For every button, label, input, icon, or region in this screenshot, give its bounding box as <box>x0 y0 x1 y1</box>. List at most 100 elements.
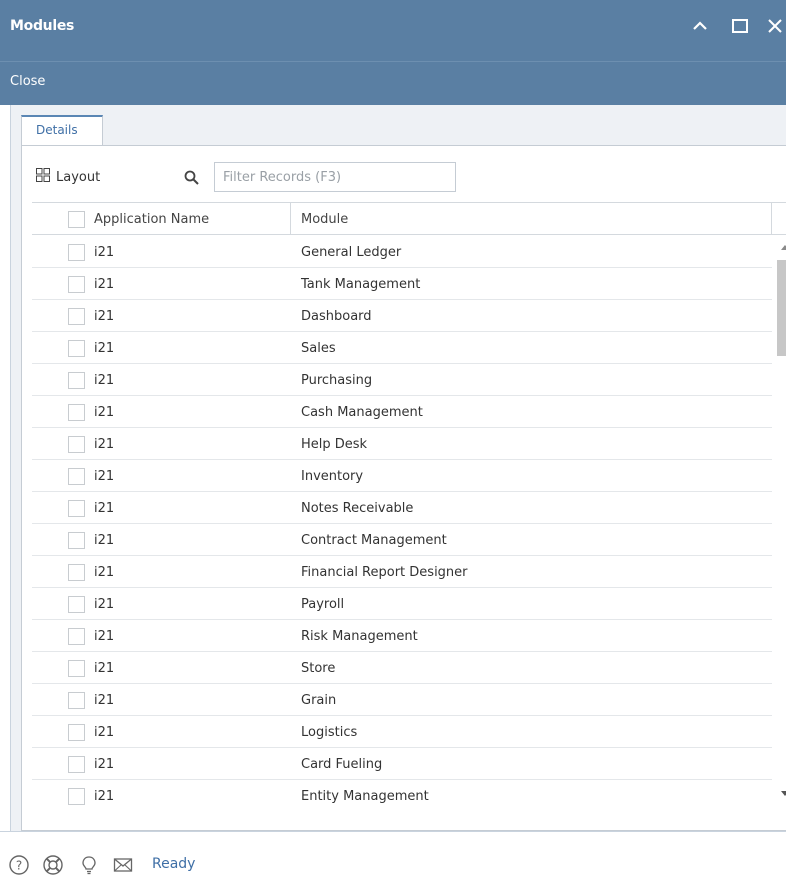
table-row[interactable]: i21 Grain <box>32 684 772 716</box>
status-text: Ready <box>152 856 196 872</box>
cell-application-name: i21 <box>94 244 115 260</box>
row-select-cell <box>58 780 94 805</box>
table-row[interactable]: i21 Payroll <box>32 588 772 620</box>
header-select-all <box>58 203 94 235</box>
row-checkbox[interactable] <box>67 403 85 421</box>
maximize-icon[interactable] <box>728 14 752 38</box>
filter-records-input[interactable] <box>214 162 456 192</box>
row-select-cell <box>58 556 94 588</box>
scrollbar-thumb[interactable] <box>777 260 786 356</box>
row-checkbox[interactable] <box>67 339 85 357</box>
row-checkbox[interactable] <box>67 659 85 677</box>
row-checkbox[interactable] <box>67 307 85 325</box>
vertical-scrollbar[interactable] <box>774 236 786 805</box>
column-header-application-name[interactable]: Application Name <box>94 203 291 235</box>
body-area: Details Layout Filter Records (F3) Appli… <box>10 105 786 831</box>
cell-module: Cash Management <box>301 404 423 420</box>
svg-text:?: ? <box>16 859 22 873</box>
cell-application-name: i21 <box>94 628 115 644</box>
row-checkbox[interactable] <box>67 755 85 773</box>
table-row[interactable]: i21 Logistics <box>32 716 772 748</box>
select-all-checkbox[interactable] <box>67 210 85 228</box>
cell-module: Logistics <box>301 724 358 740</box>
cell-module: Contract Management <box>301 532 447 548</box>
table-row[interactable]: i21 Dashboard <box>32 300 772 332</box>
row-select-cell <box>58 588 94 620</box>
chevron-up-icon[interactable] <box>688 14 712 38</box>
row-select-cell <box>58 684 94 716</box>
cell-application-name: i21 <box>94 500 115 516</box>
modules-grid: Application Name Module i21 General Ledge… <box>32 202 786 837</box>
row-checkbox[interactable] <box>67 275 85 293</box>
scroll-down-arrow-icon[interactable] <box>774 787 786 801</box>
grid-toolbar: Layout <box>36 162 786 196</box>
row-checkbox[interactable] <box>67 371 85 389</box>
table-row[interactable]: i21 Entity Management <box>32 780 772 805</box>
close-button[interactable]: Close <box>10 74 45 89</box>
table-row[interactable]: i21 Cash Management <box>32 396 772 428</box>
row-select-cell <box>58 332 94 364</box>
row-checkbox[interactable] <box>67 243 85 261</box>
cell-application-name: i21 <box>94 724 115 740</box>
search-icon[interactable] <box>184 170 200 189</box>
cell-module: Inventory <box>301 468 364 484</box>
cell-application-name: i21 <box>94 308 115 324</box>
cell-module: Grain <box>301 692 337 708</box>
cell-application-name: i21 <box>94 564 115 580</box>
table-row[interactable]: i21 Contract Management <box>32 524 772 556</box>
row-select-cell <box>58 620 94 652</box>
cell-module: General Ledger <box>301 244 402 260</box>
cell-module: Help Desk <box>301 436 368 452</box>
table-row[interactable]: i21 Inventory <box>32 460 772 492</box>
mail-icon[interactable] <box>112 854 134 876</box>
row-checkbox[interactable] <box>67 595 85 613</box>
cell-application-name: i21 <box>94 788 115 804</box>
row-checkbox[interactable] <box>67 531 85 549</box>
window-title: Modules <box>10 18 75 34</box>
title-bar: Modules <box>0 0 786 61</box>
cell-module: Notes Receivable <box>301 500 414 516</box>
table-row[interactable]: i21 Card Fueling <box>32 748 772 780</box>
table-row[interactable]: i21 Financial Report Designer <box>32 556 772 588</box>
table-row[interactable]: i21 Purchasing <box>32 364 772 396</box>
table-row[interactable]: i21 Risk Management <box>32 620 772 652</box>
details-panel: Layout Application Name Module i21 Genera… <box>21 145 786 831</box>
row-checkbox[interactable] <box>67 787 85 805</box>
row-checkbox[interactable] <box>67 435 85 453</box>
row-checkbox[interactable] <box>67 723 85 741</box>
table-row[interactable]: i21 General Ledger <box>32 236 772 268</box>
table-row[interactable]: i21 Notes Receivable <box>32 492 772 524</box>
grid-rows: i21 General Ledger i21 Tank Management i21 Da… <box>32 236 772 805</box>
status-bar: ? Ready <box>0 831 786 886</box>
tab-details[interactable]: Details <box>21 115 103 145</box>
column-header-module[interactable]: Module <box>291 203 772 235</box>
cell-module: Financial Report Designer <box>301 564 468 580</box>
lightbulb-icon[interactable] <box>78 854 100 876</box>
window-toolbar: Close <box>0 61 786 105</box>
table-row[interactable]: i21 Tank Management <box>32 268 772 300</box>
table-row[interactable]: i21 Help Desk <box>32 428 772 460</box>
row-checkbox[interactable] <box>67 691 85 709</box>
tab-bar: Details <box>11 105 786 145</box>
row-checkbox[interactable] <box>67 467 85 485</box>
cell-application-name: i21 <box>94 532 115 548</box>
row-select-cell <box>58 396 94 428</box>
cell-module: Entity Management <box>301 788 429 804</box>
row-select-cell <box>58 460 94 492</box>
close-icon[interactable] <box>764 14 786 38</box>
scroll-up-arrow-icon[interactable] <box>774 240 786 254</box>
table-row[interactable]: i21 Sales <box>32 332 772 364</box>
row-select-cell <box>58 492 94 524</box>
row-checkbox[interactable] <box>67 563 85 581</box>
row-checkbox[interactable] <box>67 627 85 645</box>
modules-window: Modules Close Details Layout Filter Reco… <box>0 0 786 886</box>
layout-label: Layout <box>56 169 101 185</box>
cell-application-name: i21 <box>94 340 115 356</box>
table-row[interactable]: i21 Store <box>32 652 772 684</box>
support-icon[interactable] <box>42 854 64 876</box>
layout-grid-icon <box>36 168 56 186</box>
cell-application-name: i21 <box>94 660 115 676</box>
row-checkbox[interactable] <box>67 499 85 517</box>
layout-button[interactable]: Layout <box>36 162 100 192</box>
help-icon[interactable]: ? <box>8 854 30 876</box>
